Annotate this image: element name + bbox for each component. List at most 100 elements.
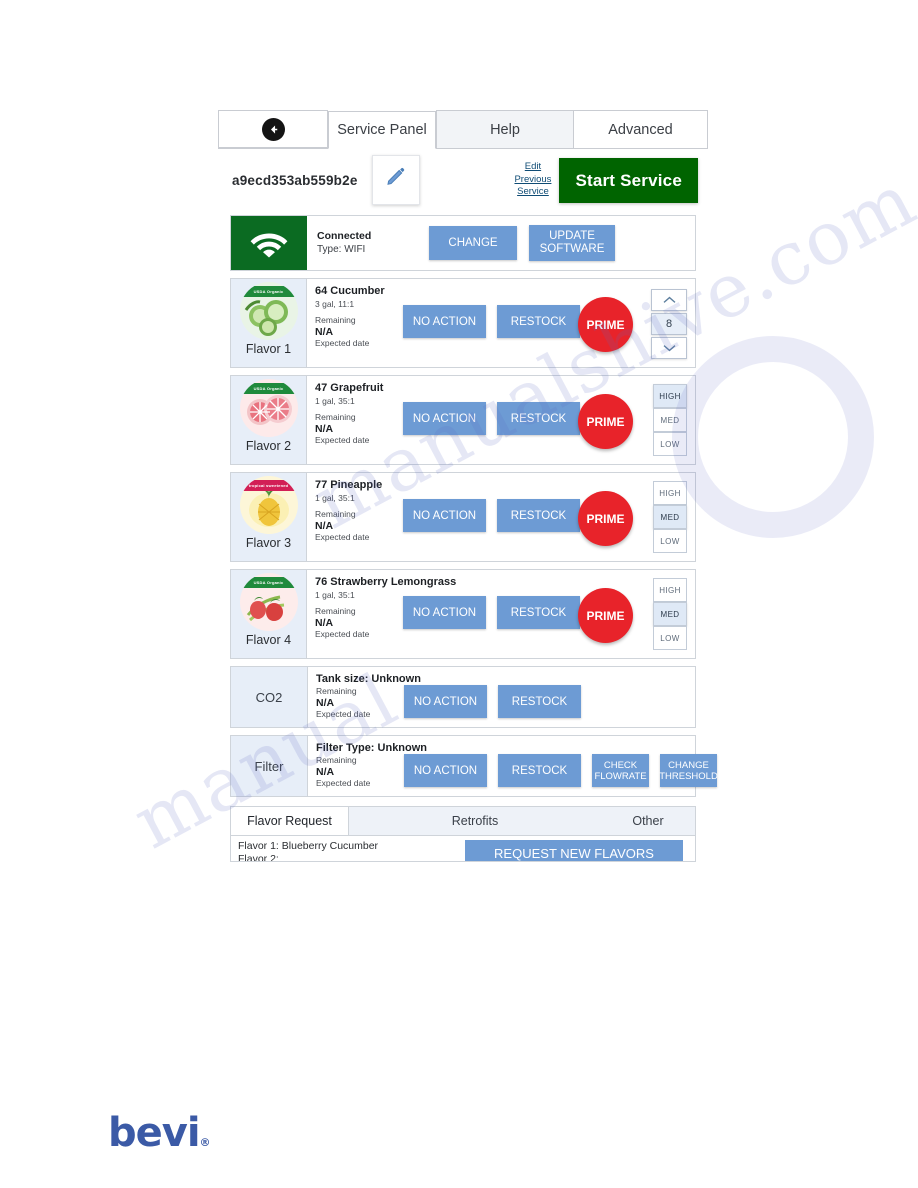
co2-row: CO2 Tank size: Unknown Remaining N/A Exp… bbox=[230, 666, 696, 728]
flavor-slot-label: Flavor 2 bbox=[245, 439, 292, 453]
stepper-increment-button[interactable] bbox=[651, 289, 687, 311]
flavor-actions: NO ACTION RESTOCK bbox=[403, 402, 580, 435]
flavor-row: tropical sweetened Flavor 3 77 Pineapple… bbox=[230, 472, 696, 562]
intensity-selector: HIGH MED LOW bbox=[653, 481, 687, 553]
bevi-logo: bevi® bbox=[108, 1110, 211, 1156]
flavor-slot-label: Flavor 3 bbox=[245, 536, 292, 550]
flavor-ribbon: USDA Organic bbox=[239, 383, 298, 394]
tab-help[interactable]: Help bbox=[436, 110, 574, 148]
update-software-button[interactable]: UPDATE SOFTWARE bbox=[529, 225, 615, 261]
no-action-button[interactable]: NO ACTION bbox=[404, 754, 487, 787]
filter-actions: NO ACTION RESTOCK CHECK FLOWRATE CHANGE … bbox=[404, 754, 718, 787]
check-flowrate-button[interactable]: CHECK FLOWRATE bbox=[592, 754, 649, 787]
request-new-flavors-button[interactable]: REQUEST NEW FLAVORS bbox=[465, 840, 683, 861]
bottom-tab-bar: Flavor Request Retrofits Other bbox=[230, 806, 696, 836]
tab-service-panel-label: Service Panel bbox=[337, 122, 427, 138]
intensity-selector: HIGH MED LOW bbox=[653, 578, 687, 650]
change-threshold-button[interactable]: CHANGE THRESHOLD bbox=[659, 754, 718, 787]
link-edit[interactable]: Edit bbox=[514, 161, 551, 174]
intensity-high-option[interactable]: HIGH bbox=[653, 481, 687, 505]
filter-row: Filter Filter Type: Unknown Remaining N/… bbox=[230, 735, 718, 797]
intensity-low-option[interactable]: LOW bbox=[653, 432, 687, 456]
intensity-selector: HIGH MED LOW bbox=[653, 384, 687, 456]
intensity-med-option[interactable]: MED bbox=[653, 602, 687, 626]
restock-button[interactable]: RESTOCK bbox=[497, 402, 580, 435]
intensity-high-option[interactable]: HIGH bbox=[653, 384, 687, 408]
restock-button[interactable]: RESTOCK bbox=[497, 596, 580, 629]
flavor-body: 64 Cucumber 3 gal, 11:1 Remaining N/A Ex… bbox=[307, 279, 695, 367]
flavor-slot-label: Flavor 1 bbox=[245, 342, 292, 356]
flavor-name: 47 Grapefruit bbox=[315, 382, 384, 394]
no-action-button[interactable]: NO ACTION bbox=[404, 685, 487, 718]
no-action-button[interactable]: NO ACTION bbox=[403, 499, 486, 532]
prime-count-stepper: 8 bbox=[651, 289, 687, 359]
top-tab-bar: Service Panel Help Advanced bbox=[218, 108, 708, 149]
flavor-body: 47 Grapefruit 1 gal, 35:1 Remaining N/A … bbox=[307, 376, 695, 464]
prime-button[interactable]: PRIME bbox=[578, 297, 633, 352]
restock-button[interactable]: RESTOCK bbox=[498, 685, 581, 718]
no-action-button[interactable]: NO ACTION bbox=[403, 402, 486, 435]
intensity-low-option[interactable]: LOW bbox=[653, 529, 687, 553]
no-action-button[interactable]: NO ACTION bbox=[403, 596, 486, 629]
intensity-low-option[interactable]: LOW bbox=[653, 626, 687, 650]
expected-date-label: Expected date bbox=[315, 338, 370, 348]
restock-button[interactable]: RESTOCK bbox=[497, 499, 580, 532]
filter-type: Filter Type: Unknown bbox=[316, 742, 428, 754]
connection-status: Connected bbox=[317, 230, 372, 242]
prime-button[interactable]: PRIME bbox=[578, 491, 633, 546]
tab-advanced[interactable]: Advanced bbox=[574, 110, 708, 148]
flavor-name: 77 Pineapple bbox=[315, 479, 383, 491]
link-previous[interactable]: Previous bbox=[514, 174, 551, 187]
connection-card: Connected Type: WIFI CHANGE UPDATE SOFTW… bbox=[230, 215, 696, 271]
co2-tank-size: Tank size: Unknown bbox=[316, 673, 421, 685]
flavor-ribbon: USDA Organic bbox=[239, 286, 298, 297]
connection-body: Connected Type: WIFI CHANGE UPDATE SOFTW… bbox=[307, 216, 695, 270]
intensity-med-option[interactable]: MED bbox=[653, 505, 687, 529]
co2-body: Tank size: Unknown Remaining N/A Expecte… bbox=[308, 667, 695, 727]
device-serial: a9ecd353ab559b2e bbox=[232, 172, 358, 188]
flavor-body: 77 Pineapple 1 gal, 35:1 Remaining N/A E… bbox=[307, 473, 695, 561]
prime-button[interactable]: PRIME bbox=[578, 588, 633, 643]
chevron-up-icon bbox=[663, 291, 676, 309]
filter-label: Filter bbox=[231, 736, 308, 796]
link-service[interactable]: Service bbox=[514, 186, 551, 199]
prime-button[interactable]: PRIME bbox=[578, 394, 633, 449]
restock-button[interactable]: RESTOCK bbox=[498, 754, 581, 787]
restock-button[interactable]: RESTOCK bbox=[497, 305, 580, 338]
intensity-med-option[interactable]: MED bbox=[653, 408, 687, 432]
flavor-image-pineapple: tropical sweetened bbox=[239, 476, 298, 534]
no-action-button[interactable]: NO ACTION bbox=[403, 305, 486, 338]
flavor-thumbnail: USDA Organic Flavor 2 bbox=[231, 376, 307, 464]
wifi-icon bbox=[231, 216, 307, 270]
start-service-button[interactable]: Start Service bbox=[559, 157, 698, 203]
change-connection-button[interactable]: CHANGE bbox=[429, 226, 517, 260]
expected-date-label: Expected date bbox=[315, 532, 370, 542]
flavor-slot-label: Flavor 4 bbox=[245, 633, 292, 647]
tab-retrofits[interactable]: Retrofits bbox=[349, 807, 601, 835]
flavor-image-strawberry-lemongrass: USDA Organic bbox=[239, 573, 298, 631]
pencil-icon bbox=[384, 166, 408, 195]
flavor-body: 76 Strawberry Lemongrass 1 gal, 35:1 Rem… bbox=[307, 570, 695, 658]
edit-serial-button[interactable] bbox=[371, 155, 420, 205]
expected-date-label: Expected date bbox=[315, 629, 370, 639]
back-button[interactable] bbox=[218, 110, 328, 148]
intensity-high-option[interactable]: HIGH bbox=[653, 578, 687, 602]
service-panel-screen: Service Panel Help Advanced a9ecd353ab55… bbox=[218, 108, 718, 888]
flavor-row: USDA Organic Flavor 4 76 Strawberry Lemo… bbox=[230, 569, 696, 659]
flavor-actions: NO ACTION RESTOCK bbox=[403, 596, 580, 629]
flavor-image-cucumber: USDA Organic bbox=[239, 282, 298, 340]
flavor-row: USDA Organic Flavor 1 64 Cucumber 3 gal,… bbox=[230, 278, 696, 368]
flavor-ribbon: tropical sweetened bbox=[239, 480, 298, 491]
flavor-ribbon: USDA Organic bbox=[239, 577, 298, 588]
tab-flavor-request[interactable]: Flavor Request bbox=[231, 807, 349, 835]
flavor-name: 76 Strawberry Lemongrass bbox=[315, 576, 457, 588]
co2-label: CO2 bbox=[231, 667, 308, 727]
flavor-actions: NO ACTION RESTOCK bbox=[403, 305, 580, 338]
connection-type: Type: WIFI bbox=[317, 244, 366, 255]
stepper-decrement-button[interactable] bbox=[651, 337, 687, 359]
tab-service-panel[interactable]: Service Panel bbox=[328, 111, 436, 149]
tab-help-label: Help bbox=[490, 121, 520, 138]
tab-other[interactable]: Other bbox=[601, 807, 695, 835]
flavor-image-grapefruit: USDA Organic bbox=[239, 379, 298, 437]
stepper-value[interactable]: 8 bbox=[651, 313, 687, 335]
